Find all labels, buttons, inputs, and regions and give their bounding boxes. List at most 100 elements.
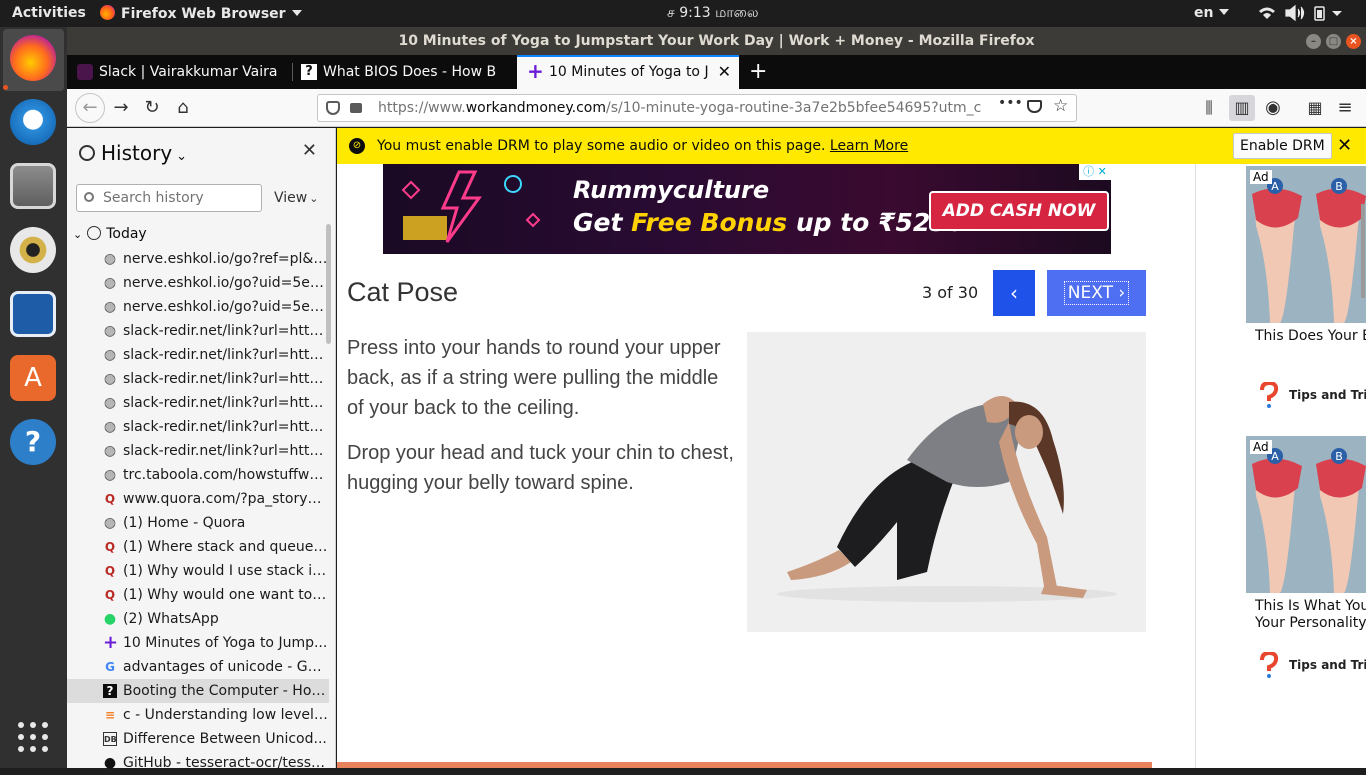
tab-slack[interactable]: Slack | Vairakkumar Vaira — [67, 55, 289, 89]
help-icon[interactable]: ? — [10, 419, 56, 465]
forward-button[interactable]: → — [108, 95, 134, 121]
history-item-label: nerve.eshkol.io/go?uid=5e1... — [123, 275, 329, 291]
svg-text:B: B — [1335, 180, 1343, 193]
window-title-bar[interactable]: 10 Minutes of Yoga to Jumpstart Your Wor… — [67, 27, 1366, 55]
whatsapp-icon: ● — [103, 611, 117, 627]
page-bottom-strip — [337, 762, 1152, 768]
sidebar-scrollbar[interactable] — [326, 224, 331, 344]
history-item[interactable]: ◍ slack-redir.net/link?url=http... — [67, 439, 329, 463]
activities-button[interactable]: Activities — [12, 5, 86, 21]
learn-more-link[interactable]: Learn More — [830, 138, 908, 154]
libreoffice-writer-icon[interactable] — [10, 291, 56, 337]
tab-yoga[interactable]: + 10 Minutes of Yoga to Ju ✕ — [517, 55, 739, 89]
history-item[interactable]: ? Booting the Computer - How... — [67, 679, 329, 703]
home-button[interactable]: ⌂ — [170, 95, 196, 121]
history-item[interactable]: ≡ c - Understanding low level f... — [67, 703, 329, 727]
pocket-icon[interactable] — [1027, 100, 1042, 113]
rhythmbox-icon[interactable] — [10, 227, 56, 273]
ad-image-1[interactable]: A B Ad — [1246, 166, 1366, 323]
language-indicator[interactable]: en — [1194, 5, 1230, 21]
enable-drm-button[interactable]: Enable DRM — [1233, 133, 1332, 159]
history-item[interactable]: Qwww.quora.com/?pa_story=... — [67, 487, 329, 511]
system-status-area[interactable] — [1258, 4, 1346, 26]
url-bar[interactable]: https://www.workandmoney.com/s/10-minute… — [317, 94, 1077, 122]
tracking-shield-icon[interactable] — [326, 101, 340, 115]
globe-icon: ◍ — [103, 395, 117, 411]
history-item[interactable]: Q (1) Why would I use stack ins... — [67, 559, 329, 583]
history-item[interactable]: ● GitHub - tesseract-ocr/tessd... — [67, 751, 329, 775]
thunderbird-icon[interactable] — [10, 99, 56, 145]
history-item[interactable]: ◍ nerve.eshkol.io/go?uid=5e1... — [67, 271, 329, 295]
pose-title: Cat Pose — [347, 277, 459, 307]
show-applications-icon[interactable] — [16, 720, 50, 754]
history-item[interactable]: +10 Minutes of Yoga to Jump... — [67, 631, 329, 655]
ad-title-1[interactable]: This Does Your B — [1255, 328, 1366, 345]
ad-source-2[interactable]: Tips and Tric — [1289, 658, 1366, 672]
minimize-button[interactable]: – — [1306, 34, 1321, 49]
history-item[interactable]: DB Difference Between Unicod... — [67, 727, 329, 751]
previous-button[interactable]: ‹ — [993, 270, 1035, 316]
maximize-button[interactable]: □ — [1326, 34, 1341, 49]
history-item[interactable]: ◍ slack-redir.net/link?url=http... — [67, 319, 329, 343]
history-item[interactable]: ◍ slack-redir.net/link?url=http... — [67, 343, 329, 367]
sidebar-toggle-icon[interactable]: ▥ — [1229, 95, 1255, 121]
close-sidebar-icon[interactable]: ✕ — [302, 140, 317, 161]
history-item[interactable]: Q (1) Where stack and queue u... — [67, 535, 329, 559]
pose-description-2: Drop your head and tuck your chin to che… — [347, 442, 734, 494]
reload-button[interactable]: ↻ — [139, 95, 165, 121]
history-group-today[interactable]: ⌄ Today — [73, 226, 147, 242]
ad-headline-part: Get — [573, 208, 632, 237]
library-icon[interactable]: ⫼ — [1196, 95, 1222, 121]
ad-banner-rummyculture[interactable]: Rummyculture Get Free Bonus up to ₹5250 … — [383, 164, 1111, 254]
next-button[interactable]: NEXT › — [1047, 270, 1146, 316]
menu-icon[interactable]: ≡ — [1332, 95, 1358, 121]
ad-image-2[interactable]: A B Ad — [1246, 436, 1366, 593]
close-notification-icon[interactable]: ✕ — [1337, 128, 1352, 164]
history-item[interactable]: ◍ slack-redir.net/link?url=http... — [67, 367, 329, 391]
globe-icon: ◍ — [103, 419, 117, 435]
history-item[interactable]: Gadvantages of unicode - Goo... — [67, 655, 329, 679]
history-item[interactable]: ◍ trc.taboola.com/howstuffwo... — [67, 463, 329, 487]
ubuntu-software-icon[interactable]: A — [10, 355, 56, 401]
ad-title-2-line2[interactable]: Your Personality — [1255, 615, 1366, 632]
files-icon[interactable] — [10, 163, 56, 209]
globe-icon: ◍ — [103, 443, 117, 459]
history-item[interactable]: ◍ (1) Home - Quora — [67, 511, 329, 535]
app-menu[interactable]: Firefox Web Browser — [100, 5, 302, 22]
add-cash-button[interactable]: ADD CASH NOW — [929, 191, 1109, 231]
pose-description-1: Press into your hands to round your uppe… — [347, 337, 721, 419]
tab-strip: Slack | Vairakkumar Vaira ? What BIOS Do… — [67, 55, 1366, 89]
account-icon[interactable]: ◉ — [1260, 95, 1286, 121]
firefox-icon[interactable] — [10, 35, 56, 81]
page-actions-icon[interactable]: ••• — [998, 95, 1023, 111]
back-button[interactable]: ← — [75, 93, 105, 123]
history-item-label: www.quora.com/?pa_story=... — [123, 491, 329, 507]
search-history-input[interactable]: Search history — [76, 184, 262, 212]
adchoices-icon[interactable]: ⓘ ✕ — [1079, 164, 1111, 180]
ad-source-1[interactable]: Tips and Tric — [1289, 388, 1366, 402]
page-scrollbar[interactable] — [1361, 204, 1365, 298]
workandmoney-icon: + — [527, 59, 544, 83]
lock-icon[interactable] — [350, 103, 362, 113]
tab-bios[interactable]: ? What BIOS Does - How B — [291, 55, 513, 89]
slack-icon — [77, 64, 93, 80]
history-item[interactable]: ◍ slack-redir.net/link?url=http... — [67, 391, 329, 415]
history-item[interactable]: ◍ slack-redir.net/link?url=http... — [67, 415, 329, 439]
extensions-icon[interactable]: ▦ — [1302, 95, 1328, 121]
ad-brand-logo: Rummyculture — [573, 176, 770, 204]
history-item[interactable]: ◍ nerve.eshkol.io/go?ref=pl&h... — [67, 247, 329, 271]
bookmark-star-icon[interactable]: ☆ — [1053, 96, 1068, 116]
sidebar-header[interactable]: History ⌄ — [79, 141, 187, 165]
view-menu-button[interactable]: View ⌄ — [274, 190, 318, 206]
close-tab-icon[interactable]: ✕ — [718, 57, 731, 87]
history-item-label: Difference Between Unicod... — [123, 731, 327, 747]
ad-title-2[interactable]: This Is What You — [1255, 598, 1366, 615]
history-item[interactable]: ◍ nerve.eshkol.io/go?uid=5e1... — [67, 295, 329, 319]
history-item[interactable]: Q (1) Why would one want to u... — [67, 583, 329, 607]
url-path: /s/10-minute-yoga-routine-3a7e2b5bfee546… — [606, 100, 982, 116]
svg-text:B: B — [1335, 450, 1343, 463]
clock[interactable]: ச 9:13 மாலை — [667, 5, 759, 23]
close-window-button[interactable]: × — [1346, 34, 1361, 49]
new-tab-button[interactable]: + — [749, 59, 767, 84]
history-item[interactable]: ● (2) WhatsApp — [67, 607, 329, 631]
